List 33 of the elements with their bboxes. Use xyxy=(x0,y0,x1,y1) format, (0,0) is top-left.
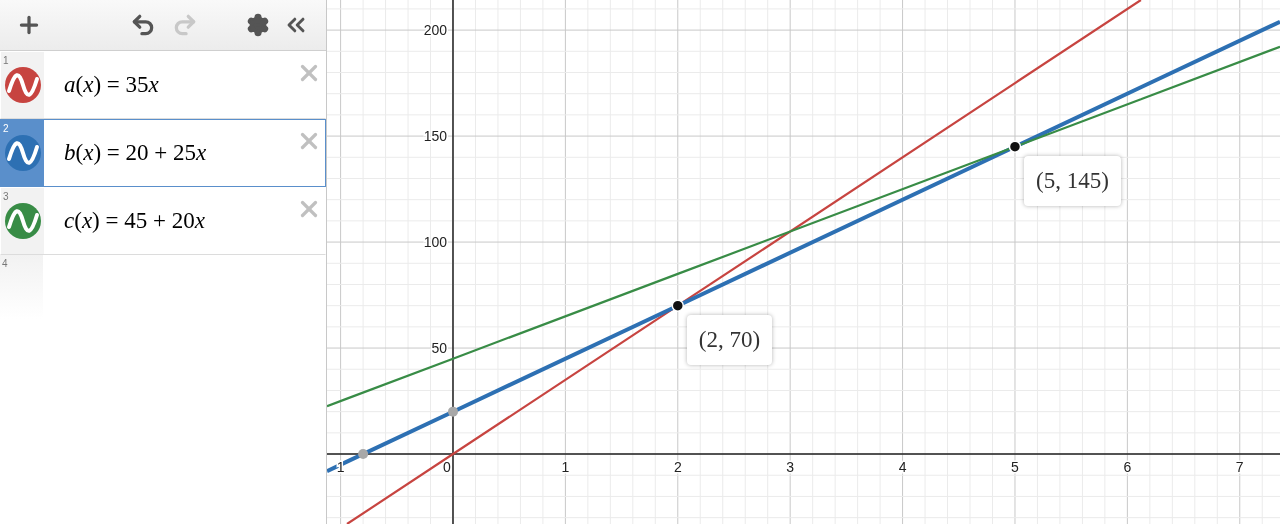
row-number: 1 xyxy=(3,54,9,68)
tick-label: 7 xyxy=(1235,459,1244,476)
tick-label: 3 xyxy=(786,459,795,476)
tick-label: 2 xyxy=(673,459,682,476)
tick-label: 50 xyxy=(431,340,447,357)
wave-icon[interactable] xyxy=(4,203,41,239)
point-marker[interactable] xyxy=(1008,140,1022,153)
row-number: 4 xyxy=(2,257,8,271)
row-number: 3 xyxy=(3,190,9,204)
settings-icon[interactable] xyxy=(246,13,270,37)
tick-label: 100 xyxy=(423,234,447,251)
tick-label: 6 xyxy=(1123,459,1132,476)
point-marker[interactable] xyxy=(448,406,458,417)
undo-icon[interactable] xyxy=(130,12,156,38)
tick-label: 4 xyxy=(898,459,907,476)
tick-label: 1 xyxy=(561,459,570,476)
formula[interactable]: c(x) = 45 + 20x xyxy=(64,203,205,239)
wave-icon[interactable] xyxy=(4,67,41,103)
expression-row[interactable]: 3 c(x) = 45 + 20x xyxy=(0,187,326,255)
row-number: 2 xyxy=(3,122,9,136)
wave-icon[interactable] xyxy=(4,135,41,171)
expression-row[interactable]: 2 b(x) = 20 + 25x xyxy=(0,119,326,187)
expression-row[interactable]: 1 a(x) = 35x xyxy=(0,51,326,119)
formula[interactable]: b(x) = 20 + 25x xyxy=(64,135,207,171)
point-marker[interactable] xyxy=(358,449,369,460)
tick-label: 0 xyxy=(443,459,451,476)
tick-label: 150 xyxy=(423,128,447,145)
point-label: (5, 145) xyxy=(1023,155,1121,207)
tick-label: 200 xyxy=(423,22,447,39)
formula[interactable]: a(x) = 35x xyxy=(64,67,159,103)
point-marker[interactable] xyxy=(671,299,685,312)
tick-label: 5 xyxy=(1011,459,1019,476)
point-label: (2, 70) xyxy=(686,314,773,366)
